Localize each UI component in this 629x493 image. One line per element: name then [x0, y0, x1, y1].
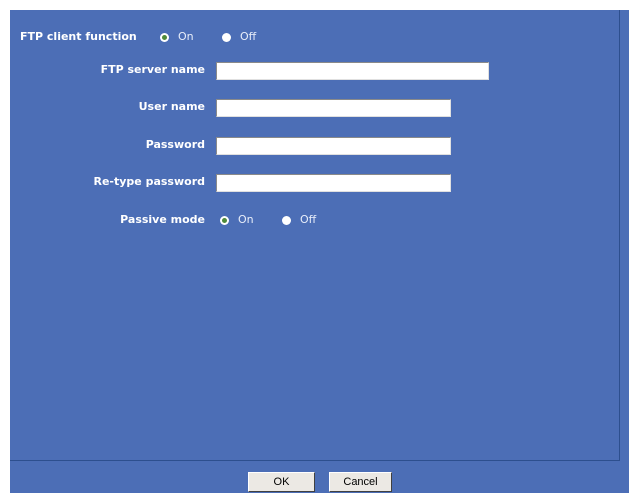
ftp-client-on-label[interactable]: On [178, 30, 194, 44]
ftp-server-name-input[interactable] [216, 62, 489, 80]
passive-mode-on-radio[interactable] [220, 216, 229, 225]
ftp-client-on-radio[interactable] [160, 33, 169, 42]
user-name-input[interactable] [216, 99, 451, 117]
settings-panel: FTP client function On Off FTP server na… [10, 10, 620, 461]
password-input[interactable] [216, 137, 451, 155]
password-label: Password [145, 138, 205, 151]
passive-mode-on-label[interactable]: On [238, 213, 254, 227]
ftp-client-off-radio[interactable] [222, 33, 231, 42]
ftp-client-function-label: FTP client function [20, 30, 137, 43]
cancel-button[interactable]: Cancel [329, 472, 392, 492]
ftp-server-name-label: FTP server name [100, 63, 205, 76]
ftp-client-off-label[interactable]: Off [240, 30, 256, 44]
passive-mode-label: Passive mode [120, 213, 205, 226]
passive-mode-off-radio[interactable] [282, 216, 291, 225]
user-name-label: User name [138, 100, 205, 113]
retype-password-input[interactable] [216, 174, 451, 192]
retype-password-label: Re-type password [93, 175, 206, 188]
ok-button[interactable]: OK [248, 472, 315, 492]
ftp-client-settings-frame: FTP client function On Off FTP server na… [10, 10, 629, 493]
passive-mode-off-label[interactable]: Off [300, 213, 316, 227]
